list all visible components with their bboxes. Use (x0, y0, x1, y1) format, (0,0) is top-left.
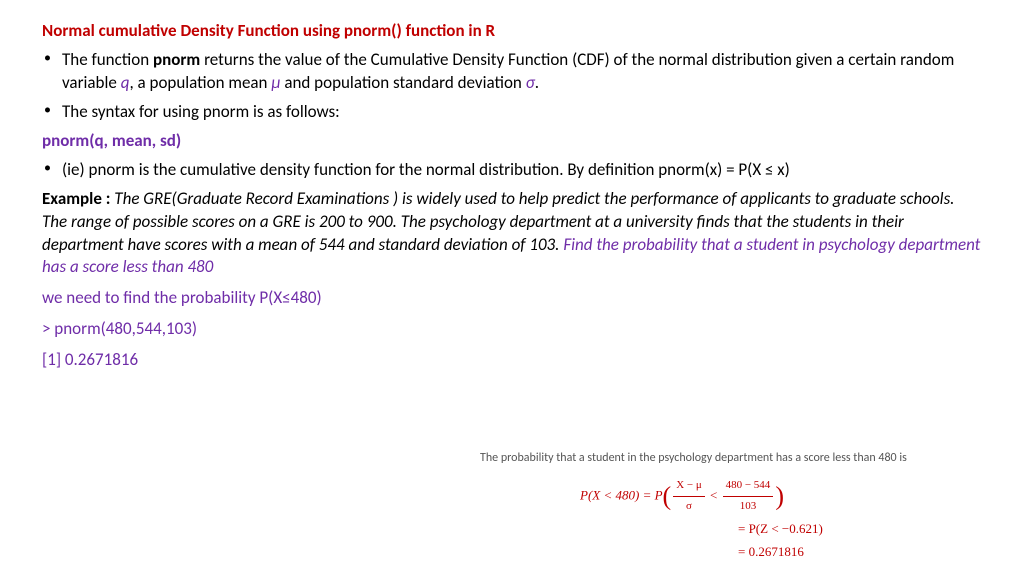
math-equation: P(X < 480) = P(X − μσ < 480 − 544103) = … (480, 476, 1000, 563)
fraction-2: 480 − 544103 (723, 476, 774, 517)
bullet-2: The syntax for using pnorm is as follows… (42, 101, 982, 124)
var-sigma: σ (526, 72, 535, 93)
eq-line-2: = P(Z < −0.621) (580, 517, 1000, 540)
text: , a population mean (129, 72, 271, 93)
bullet-1: The function pnorm returns the value of … (42, 49, 982, 95)
math-note: The probability that a student in the ps… (480, 450, 1000, 466)
text: The function (62, 49, 153, 70)
calc-line-2: > pnorm(480,544,103) (42, 318, 982, 341)
page-title: Normal cumulative Density Function using… (42, 20, 982, 43)
frac-num: X − μ (673, 476, 705, 497)
syntax-line: pnorm(q, mean, sd) (42, 130, 982, 153)
example-label: Example : (42, 188, 110, 209)
math-annotation: The probability that a student in the ps… (480, 450, 1000, 564)
frac-den: 103 (723, 497, 774, 517)
frac-num: 480 − 544 (723, 476, 774, 497)
eq-line-3: = 0.2671816 (580, 540, 1000, 563)
eq-line-1: P(X < 480) = P(X − μσ < 480 − 544103) (580, 476, 1000, 517)
text: . (535, 72, 539, 93)
bullet-3: (ie) pnorm is the cumulative density fun… (42, 159, 982, 182)
frac-den: σ (673, 497, 705, 517)
fraction-1: X − μσ (673, 476, 705, 517)
text: and population standard deviation (280, 72, 525, 93)
paren-left-icon: ( (663, 481, 672, 510)
lt-sign: < (707, 487, 721, 502)
bullet-list-2: (ie) pnorm is the cumulative density fun… (42, 159, 982, 182)
bullet-list: The function pnorm returns the value of … (42, 49, 982, 124)
text-bold: pnorm (153, 49, 200, 70)
paren-right-icon: ) (775, 481, 784, 510)
calc-line-1: we need to find the probability P(X≤480) (42, 287, 982, 310)
eq-lhs: P(X < 480) = P (580, 487, 663, 502)
calc-line-3: [1] 0.2671816 (42, 349, 982, 372)
example-block: Example : The GRE(Graduate Record Examin… (42, 188, 982, 280)
